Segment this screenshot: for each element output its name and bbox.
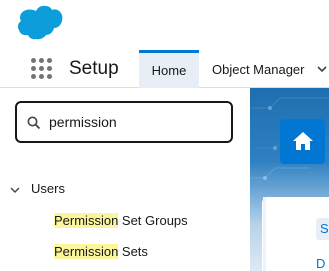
global-header	[0, 0, 329, 50]
salesforce-logo[interactable]	[17, 5, 63, 41]
tab-home[interactable]: Home	[139, 50, 199, 88]
tab-object-manager[interactable]: Object Manager	[200, 50, 329, 88]
home-icon	[293, 132, 313, 150]
card-chip-text: S	[320, 221, 329, 236]
tree-node-users-label: Users	[31, 181, 65, 196]
quick-find-box[interactable]	[15, 101, 233, 143]
setup-home-tile	[280, 119, 325, 164]
tree-item-label: Set Groups	[118, 213, 188, 228]
chevron-down-icon[interactable]	[316, 63, 328, 75]
setup-sidebar: Users Permission Set Groups Permission S…	[0, 88, 250, 271]
app-name: Setup	[69, 58, 119, 79]
search-match-highlight: Permission	[54, 213, 119, 228]
app-launcher-icon[interactable]	[31, 58, 53, 80]
card-link-text[interactable]: D	[316, 256, 325, 271]
tree-item-label: Sets	[118, 244, 148, 259]
chevron-down-icon[interactable]	[9, 184, 21, 196]
tree-item-permission-set-groups[interactable]: Permission Set Groups	[54, 213, 188, 228]
quick-find-input[interactable]	[49, 112, 224, 132]
search-match-highlight: Permission	[54, 244, 119, 259]
tab-object-manager-label: Object Manager	[212, 62, 305, 77]
tab-home-label: Home	[151, 63, 187, 78]
setup-page: Setup Home Object Manager Users Permissi…	[0, 0, 329, 271]
card-divider	[263, 197, 266, 271]
tree-item-permission-sets[interactable]: Permission Sets	[54, 244, 148, 259]
search-icon	[27, 116, 41, 130]
